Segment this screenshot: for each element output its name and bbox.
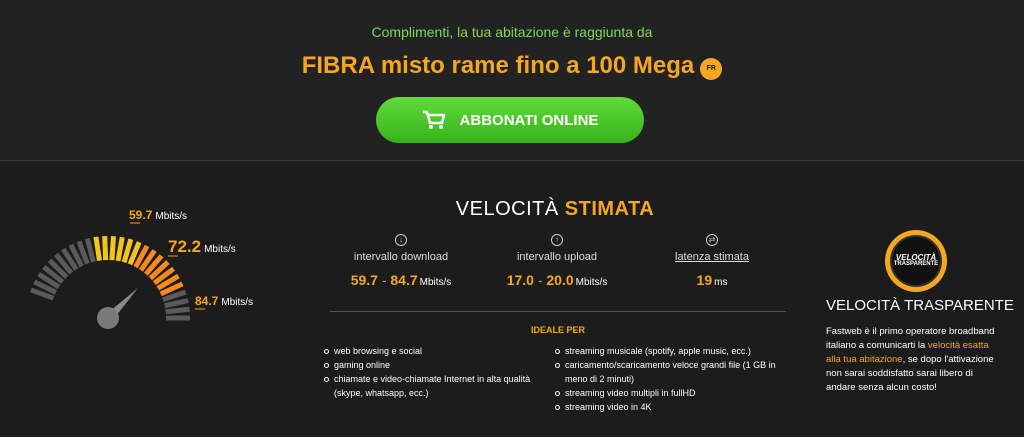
- gauge-tick: [165, 306, 190, 315]
- latency-icon: ⇄: [706, 234, 718, 246]
- gauge-low-label: 59.7 Mbits/s: [129, 208, 188, 222]
- latency-metric: ⇄ latenza stimata 19 ms: [637, 234, 787, 288]
- ideal-list-left: web browsing e social gaming online chia…: [322, 344, 552, 400]
- transparent-speed-seal-icon: VELOCITÀ TRASPARENTE: [885, 230, 947, 292]
- list-item: caricamento/scaricamento veloce grandi f…: [553, 358, 791, 386]
- technology-headline: FIBRA misto rame fino a 100 Mega FR: [0, 52, 1024, 80]
- fiber-badge-icon: FR: [700, 58, 723, 80]
- ideal-list-right: streaming musicale (spotify, apple music…: [553, 344, 791, 414]
- cart-icon: [422, 110, 445, 129]
- download-icon: ↓: [395, 234, 407, 246]
- list-item: streaming video multipli in fullHD: [553, 386, 791, 400]
- download-metric: ↓ intervallo download 59.7 - 84.7 Mbits/s: [326, 234, 476, 288]
- download-value: 59.7 - 84.7 Mbits/s: [350, 272, 452, 288]
- gauge-dial: [30, 222, 205, 329]
- ideal-for-title: IDEALE PER: [530, 325, 585, 335]
- gauge-hub: [97, 307, 119, 329]
- list-item: streaming musicale (spotify, apple music…: [553, 344, 791, 358]
- gauge-tick: [102, 235, 109, 261]
- latency-link[interactable]: latenza stimata: [637, 251, 787, 263]
- list-item: chiamate e video-chiamate Internet in al…: [322, 372, 552, 400]
- transparent-speed-title: VELOCITÀ TRASPARENTE: [826, 297, 1014, 314]
- subscribe-online-button[interactable]: ABBONATI ONLINE: [376, 97, 644, 143]
- upload-value: 17.0 - 20.0 Mbits/s: [506, 272, 608, 288]
- congrats-text: Complimenti, la tua abitazione è raggiun…: [371, 24, 653, 40]
- technology-label: FIBRA misto rame fino a 100 Mega: [301, 52, 695, 79]
- gauge-tick: [115, 236, 125, 262]
- speed-gauge: 59.7 Mbits/s 72.2 Mbits/s 84.7 Mbits/s: [18, 200, 268, 430]
- gauge-tick: [109, 236, 116, 261]
- metrics-divider: [330, 311, 786, 312]
- upload-metric: ↑ intervallo upload 17.0 - 20.0 Mbits/s: [482, 234, 632, 288]
- list-item: gaming online: [322, 358, 552, 372]
- estimated-speed-title: VELOCITÀ STIMATA: [455, 198, 655, 220]
- gauge-high-label: 84.7 Mbits/s: [195, 294, 254, 308]
- upload-label: intervallo upload: [516, 251, 598, 263]
- latency-value: 19 ms: [696, 272, 728, 288]
- gauge-tick: [93, 236, 102, 261]
- gauge-tick: [84, 238, 96, 263]
- subscribe-online-label: ABBONATI ONLINE: [459, 111, 599, 129]
- list-item: streaming video in 4K: [553, 400, 791, 414]
- section-divider: [0, 160, 1024, 161]
- upload-icon: ↑: [551, 234, 563, 246]
- download-label: intervallo download: [353, 251, 449, 263]
- transparent-speed-text: Fastweb è il primo operatore broadband i…: [826, 326, 995, 393]
- list-item: web browsing e social: [322, 344, 552, 358]
- gauge-mid-label: 72.2 Mbits/s: [168, 237, 236, 256]
- gauge-tick: [164, 298, 189, 309]
